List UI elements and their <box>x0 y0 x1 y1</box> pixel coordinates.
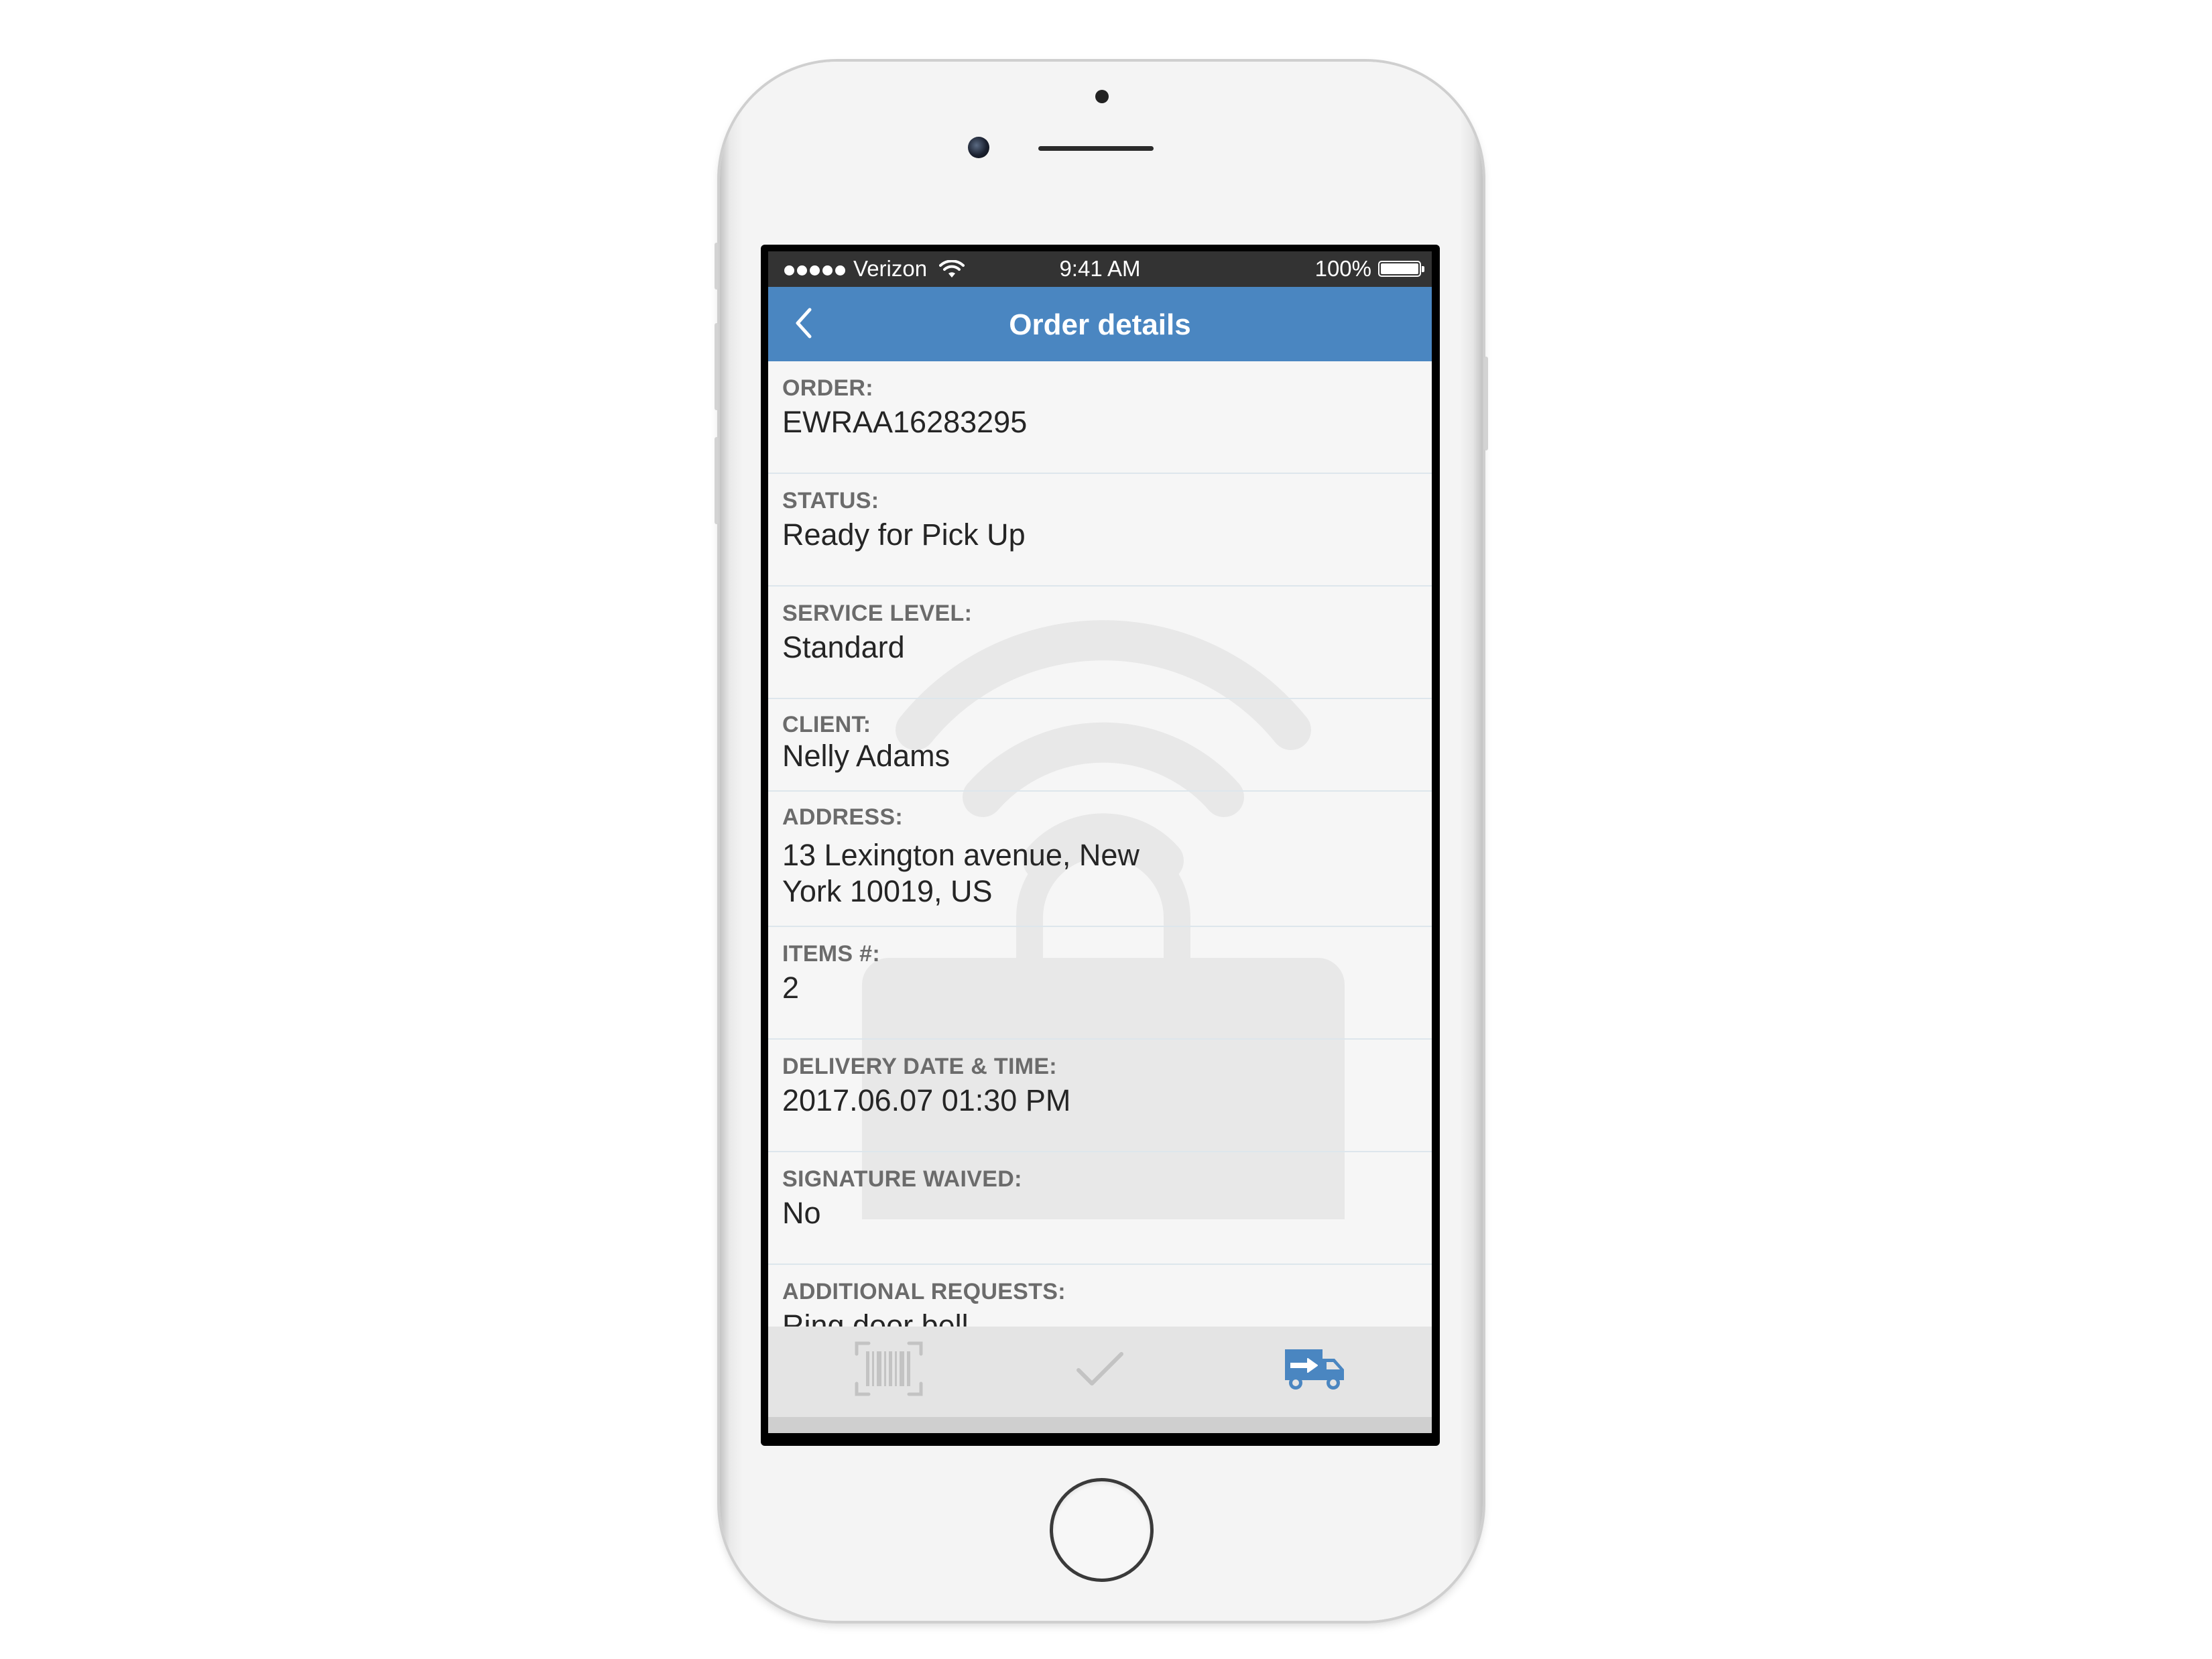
field-value-line1: 13 Lexington avenue, New <box>782 838 1140 872</box>
volume-up-button <box>715 323 719 410</box>
proximity-sensor <box>1095 90 1109 103</box>
field-signature-waived: SIGNATURE WAIVED: No <box>768 1152 1432 1265</box>
barcode-scan-icon <box>855 1341 923 1396</box>
status-right: 100% <box>1314 256 1424 282</box>
toolbar-bottom-edge <box>768 1417 1432 1433</box>
field-client: CLIENT: Nelly Adams <box>768 699 1432 792</box>
home-button[interactable] <box>1050 1478 1154 1582</box>
scan-barcode-button[interactable] <box>852 1339 926 1399</box>
battery-percent: 100% <box>1314 256 1371 281</box>
field-label: ADDRESS: <box>782 804 903 830</box>
phone-screen: Verizon 9:41 AM 100% Order details ORDER… <box>761 245 1440 1446</box>
field-label: ADDITIONAL REQUESTS: <box>782 1279 1066 1304</box>
confirm-button[interactable] <box>1063 1339 1137 1399</box>
delivery-button[interactable] <box>1278 1339 1351 1399</box>
app-screen: Verizon 9:41 AM 100% Order details ORDER… <box>768 251 1432 1433</box>
power-button <box>1484 357 1488 450</box>
nav-bar: Order details <box>768 287 1432 361</box>
field-value: Ready for Pick Up <box>782 517 1026 552</box>
field-value: 2 <box>782 971 800 1005</box>
bottom-toolbar <box>768 1327 1432 1417</box>
field-address: ADDRESS: 13 Lexington avenue, New York 1… <box>768 792 1432 927</box>
field-label: SERVICE LEVEL: <box>782 601 973 626</box>
field-value: EWRAA16283295 <box>782 405 1028 439</box>
field-value: Standard <box>782 630 905 664</box>
volume-down-button <box>715 437 719 524</box>
field-order: ORDER: EWRAA16283295 <box>768 361 1432 474</box>
field-items: ITEMS #: 2 <box>768 927 1432 1040</box>
field-label: ITEMS #: <box>782 941 880 967</box>
field-additional-requests: ADDITIONAL REQUESTS: Ring door bell <box>768 1265 1432 1327</box>
page-title: Order details <box>1009 308 1191 341</box>
field-value: No <box>782 1196 821 1230</box>
field-label: ORDER: <box>782 375 873 401</box>
field-label: SIGNATURE WAIVED: <box>782 1166 1022 1192</box>
canvas: Verizon 9:41 AM 100% Order details ORDER… <box>0 0 2212 1659</box>
field-service-level: SERVICE LEVEL: Standard <box>768 587 1432 699</box>
phone-device: Verizon 9:41 AM 100% Order details ORDER… <box>715 62 1488 1621</box>
checkmark-icon <box>1077 1352 1123 1386</box>
field-delivery-date-time: DELIVERY DATE & TIME: 2017.06.07 01:30 P… <box>768 1040 1432 1152</box>
field-value: 2017.06.07 01:30 PM <box>782 1083 1071 1117</box>
front-camera <box>968 137 989 158</box>
field-value: Nelly Adams <box>782 739 950 773</box>
field-value-line2: York 10019, US <box>782 874 993 908</box>
field-label: STATUS: <box>782 488 879 513</box>
field-status: STATUS: Ready for Pick Up <box>768 474 1432 587</box>
battery-icon <box>1378 261 1424 277</box>
status-bar: Verizon 9:41 AM 100% <box>768 251 1432 287</box>
field-label: CLIENT: <box>782 712 871 737</box>
mute-switch <box>715 243 719 290</box>
field-value: Ring door bell <box>782 1308 969 1327</box>
delivery-truck-icon <box>1285 1349 1344 1390</box>
earpiece-speaker <box>1038 146 1154 151</box>
field-label: DELIVERY DATE & TIME: <box>782 1054 1057 1079</box>
order-details-list[interactable]: ORDER: EWRAA16283295 STATUS: Ready for P… <box>768 361 1432 1327</box>
